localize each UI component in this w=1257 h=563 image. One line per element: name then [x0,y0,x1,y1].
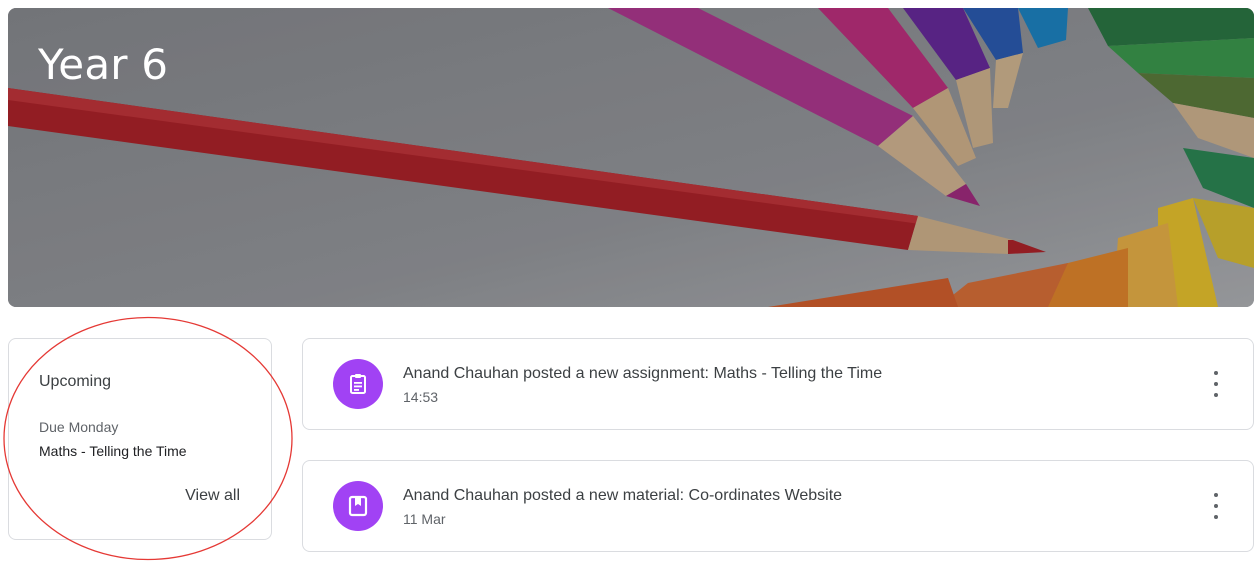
more-options-icon[interactable] [1211,371,1221,397]
upcoming-card: Upcoming Due Monday Maths - Telling the … [8,338,272,540]
assignment-icon [333,359,383,409]
class-title[interactable]: Year 6 [38,40,168,89]
more-options-icon[interactable] [1211,493,1221,519]
class-banner: Year 6 [8,8,1254,307]
material-icon [333,481,383,531]
colored-pencils-illustration [8,8,1254,307]
post-timestamp: 11 Mar [403,511,446,527]
upcoming-assignment-link[interactable]: Maths - Telling the Time [39,443,187,459]
upcoming-title: Upcoming [39,373,112,390]
stream-post-material[interactable]: Anand Chauhan posted a new material: Co-… [302,460,1254,552]
post-title: Anand Chauhan posted a new material: Co-… [403,487,843,504]
upcoming-due-label: Due Monday [39,419,119,435]
view-all-button[interactable]: View all [185,487,240,505]
post-title: Anand Chauhan posted a new assignment: M… [403,365,883,382]
stream-post-assignment[interactable]: Anand Chauhan posted a new assignment: M… [302,338,1254,430]
post-timestamp: 14:53 [403,389,439,405]
